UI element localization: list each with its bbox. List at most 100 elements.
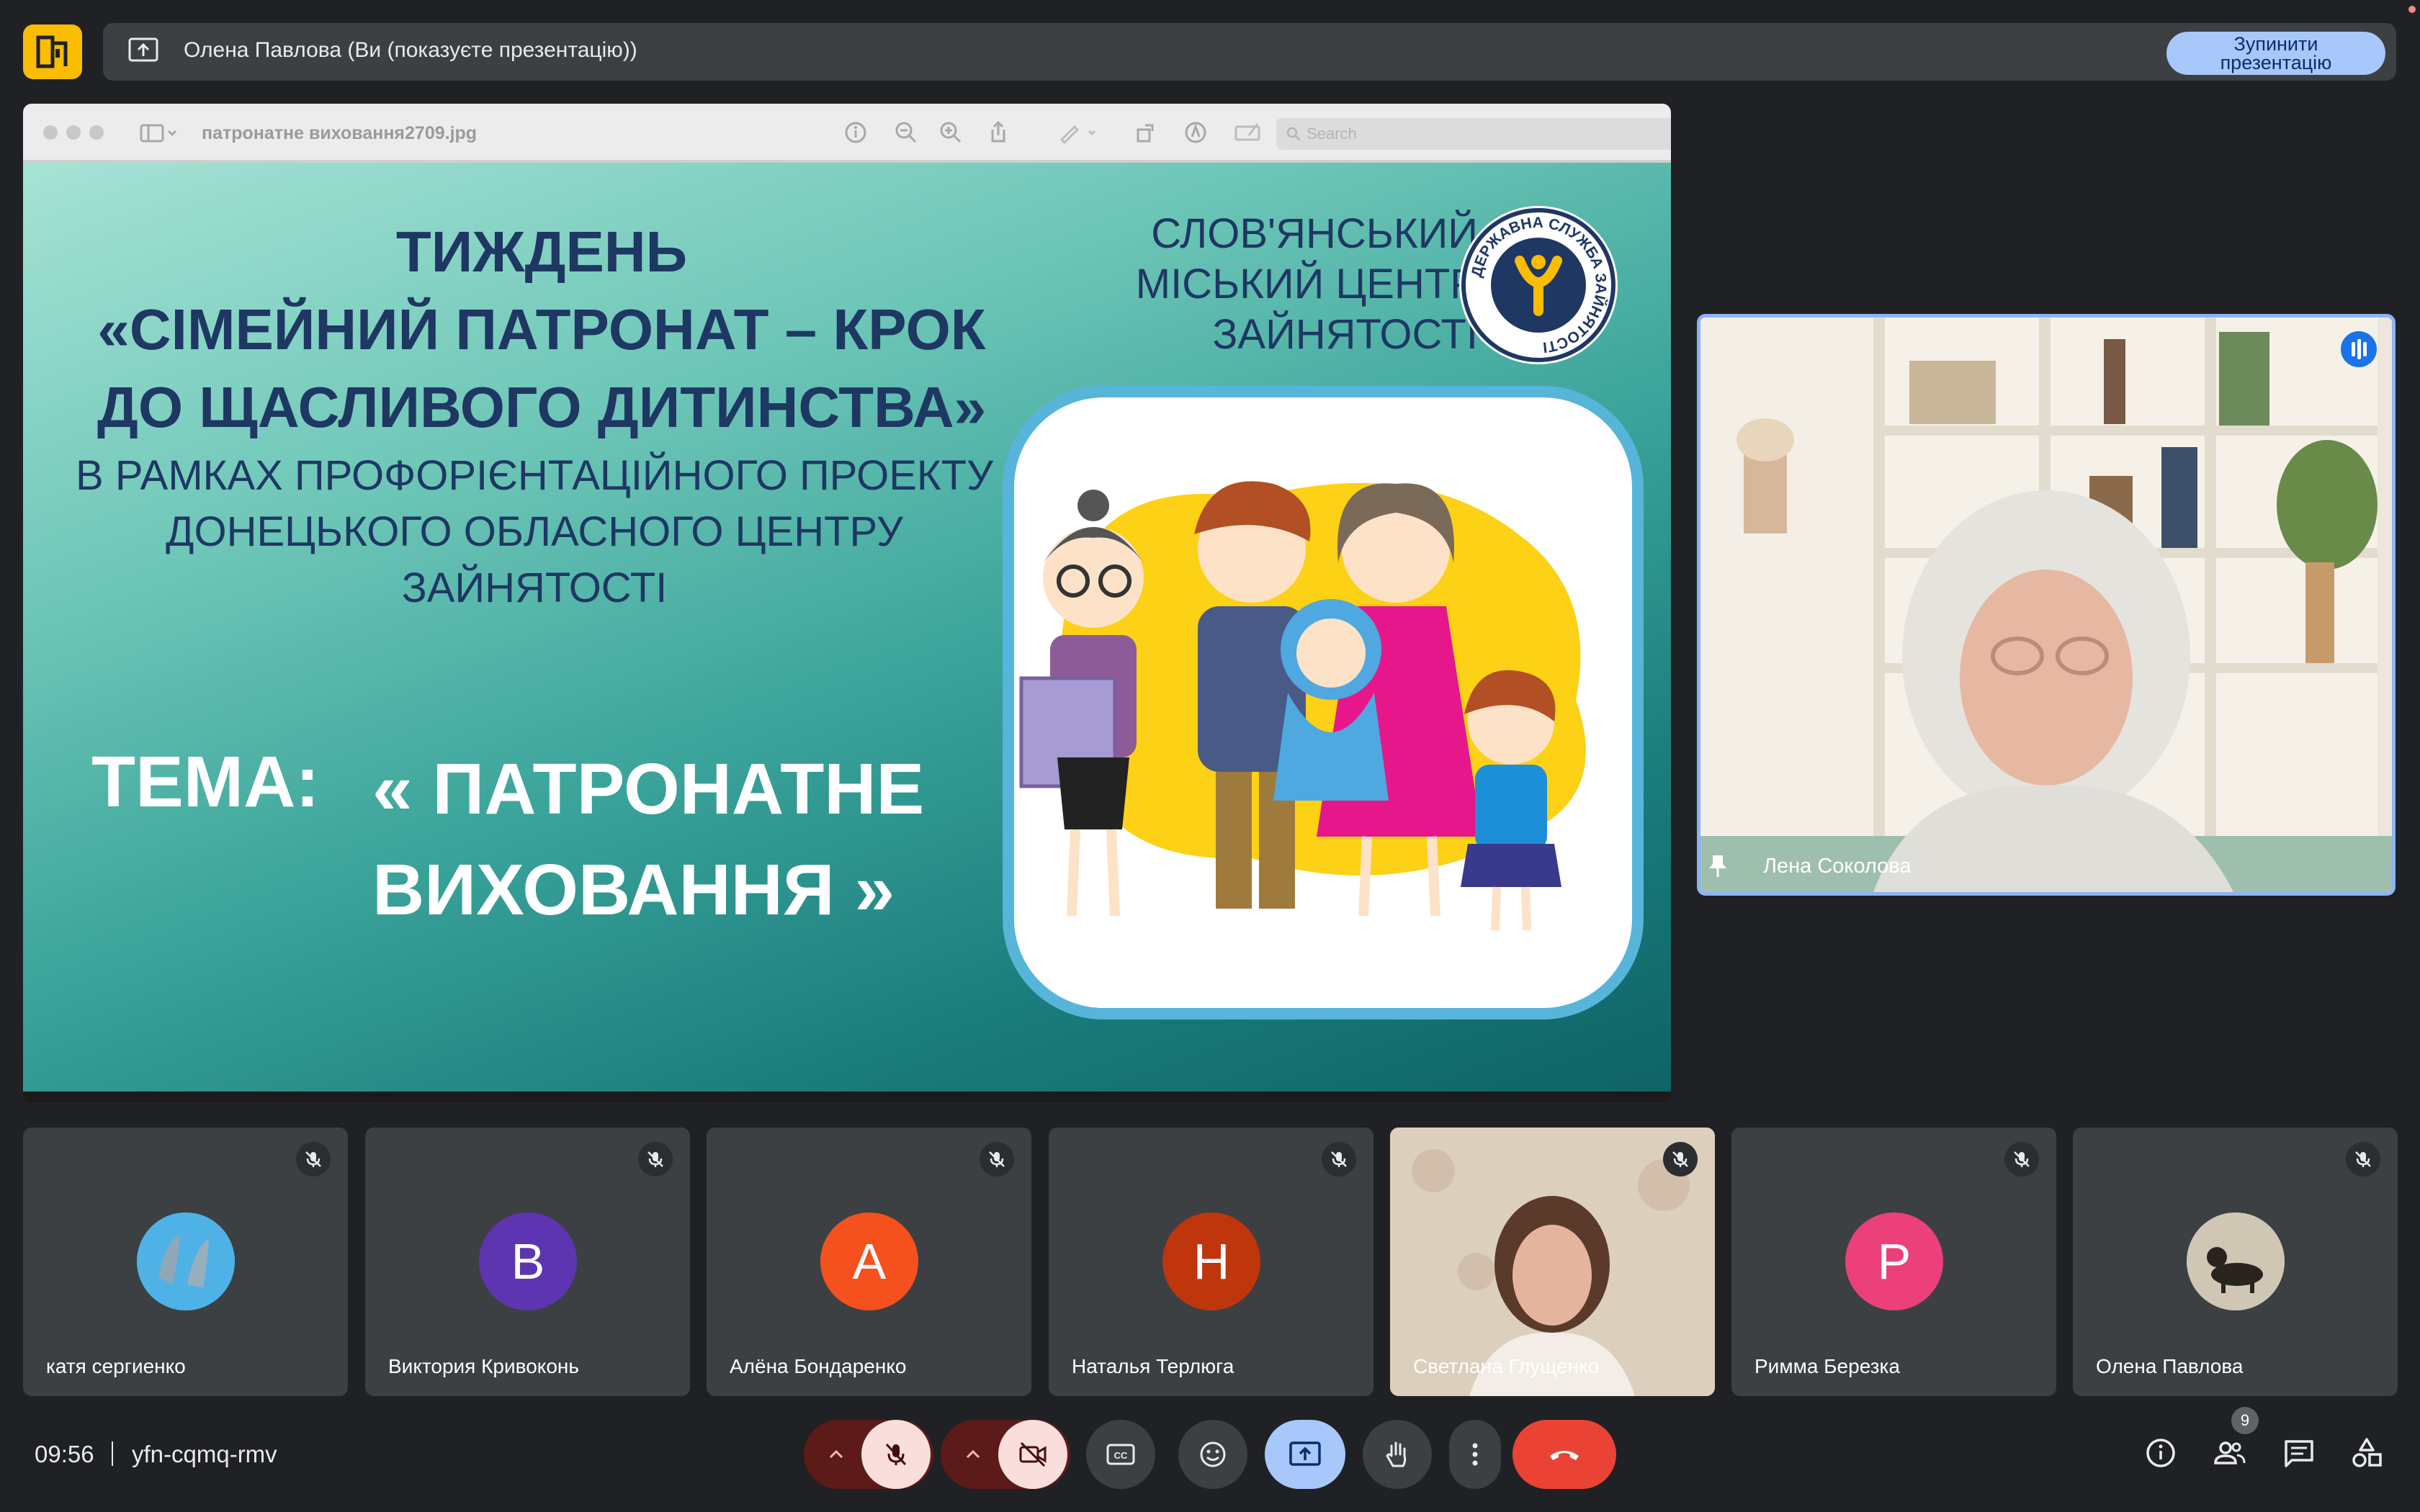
info-icon (2146, 1439, 2175, 1467)
info-icon[interactable] (843, 120, 869, 145)
stop-presenting-button[interactable]: Зупинити презентацію (2166, 32, 2385, 75)
stop-presenting-label-1: Зупинити (2233, 33, 2318, 55)
meeting-details-button[interactable] (2143, 1436, 2178, 1470)
slide-theme-line-2: ВИХОВАННЯ » (372, 850, 895, 930)
slide-org-line-1: СЛОВ'ЯНСЬКИЙ (1151, 210, 1478, 257)
participant-name: Алёна Бондаренко (730, 1355, 907, 1377)
avatar (137, 1212, 235, 1310)
captions-button[interactable]: CC (1086, 1420, 1155, 1489)
slide-subtitle-line-3: ЗАЙНЯТОСТІ (401, 564, 668, 611)
muted-mic-icon (1663, 1142, 1698, 1176)
participant-tile[interactable]: Светлана Глущенко (1390, 1128, 1715, 1396)
avatar (2187, 1212, 2285, 1310)
zoom-in-icon[interactable] (938, 120, 964, 145)
slide-title-line-2: «СІМЕЙНИЙ ПАТРОНАТ – КРОК (97, 297, 986, 361)
muted-mic-icon (638, 1142, 673, 1176)
participant-tile[interactable]: В Виктория Кривоконь (365, 1128, 690, 1396)
slide-org-line-3: ЗАЙНЯТОСТІ (1212, 311, 1478, 358)
reactions-button[interactable] (1178, 1420, 1247, 1489)
participant-tile[interactable]: катя сергиенко (23, 1128, 348, 1396)
slide-theme: « ПАТРОНАТНЕ ВИХОВАННЯ » (372, 739, 1021, 940)
participant-name: Наталья Терлюга (1072, 1355, 1234, 1377)
slide-subtitle-line-2: ДОНЕЦЬКОГО ОБЛАСНОГО ЦЕНТРУ (166, 508, 903, 555)
window-zoom-button[interactable] (89, 125, 104, 140)
present-screen-icon (1289, 1441, 1321, 1466)
divider (112, 1441, 113, 1466)
participant-name: Светлана Глущенко (1413, 1355, 1600, 1377)
people-button[interactable] (2213, 1436, 2247, 1470)
speaker-name: Лена Соколова (1763, 855, 1912, 878)
svg-text:CC: CC (1114, 1450, 1128, 1461)
hang-up-icon (1550, 1451, 1579, 1460)
search-icon (1286, 127, 1301, 141)
slide-title-line-3: ДО ЩАСЛИВОГО ДИТИНСТВА» (97, 375, 987, 439)
rotate-icon[interactable] (1132, 120, 1158, 145)
chat-icon (2285, 1440, 2313, 1467)
notification-dot (2408, 6, 2416, 13)
zoom-out-icon[interactable] (893, 120, 919, 145)
window-minimize-button[interactable] (66, 125, 81, 140)
meeting-clock: 09:56 (35, 1441, 94, 1467)
meeting-code: yfn-cqmq-rmv (132, 1441, 277, 1467)
camera-off-icon (1019, 1441, 1047, 1467)
participant-tile[interactable]: Р Римма Березка (1731, 1128, 2056, 1396)
muted-mic-icon (2346, 1142, 2380, 1176)
participant-name: Римма Березка (1754, 1355, 1900, 1377)
slide-title-line-1: ТИЖДЕНЬ (395, 220, 688, 284)
more-vert-icon (1472, 1443, 1478, 1466)
meet-logo-icon (36, 35, 68, 68)
speaker-video (1700, 318, 2392, 892)
viewer-search-field[interactable]: Search (1276, 118, 1671, 150)
avatar: В (479, 1212, 577, 1310)
slide-subtitle-line-1: В РАМКАХ ПРОФОРІЄНТАЦІЙНОГО ПРОЕКТУ (76, 452, 993, 499)
presentation-slide: ТИЖДЕНЬ «СІМЕЙНИЙ ПАТРОНАТ – КРОК ДО ЩАС… (23, 163, 1671, 1092)
mic-options-button[interactable] (804, 1420, 869, 1489)
share-icon[interactable] (985, 120, 1011, 145)
participant-tile[interactable]: А Алёна Бондаренко (707, 1128, 1031, 1396)
active-speaker-tile[interactable] (1697, 314, 2396, 896)
slide-theme-label: ТЕМА: (91, 742, 320, 822)
camera-options-button[interactable] (941, 1420, 1005, 1489)
dog-avatar-icon (2187, 1212, 2285, 1310)
window-close-button[interactable] (43, 125, 58, 140)
slide-theme-line-1: « ПАТРОНАТНЕ (372, 749, 925, 829)
captions-icon: CC (1106, 1444, 1135, 1465)
speaking-indicator-icon (2341, 331, 2377, 367)
family-illustration (1003, 386, 1644, 1020)
slide-organization: СЛОВ'ЯНСЬКИЙ МІСЬКИЙ ЦЕНТР ЗАЙНЯТОСТІ (1075, 209, 1478, 360)
slide-title: ТИЖДЕНЬ «СІМЕЙНИЙ ПАТРОНАТ – КРОК ДО ЩАС… (73, 213, 1010, 446)
leave-call-button[interactable] (1512, 1420, 1616, 1489)
chevron-up-icon (829, 1449, 843, 1459)
presentation-status-text: Олена Павлова (Ви (показуєте презентацію… (184, 38, 637, 62)
slide-org-line-2: МІСЬКИЙ ЦЕНТР (1135, 261, 1478, 307)
dolphin-avatar-icon (137, 1212, 235, 1310)
participant-tile[interactable]: Олена Павлова (2073, 1128, 2398, 1396)
chat-button[interactable] (2282, 1436, 2316, 1470)
annotate-icon[interactable] (1183, 120, 1209, 145)
mic-off-icon (885, 1443, 907, 1466)
shared-image-viewer: патронатне виховання2709.jpg Search ТИЖД… (23, 104, 1671, 1103)
form-fill-icon[interactable] (1233, 120, 1260, 145)
search-placeholder: Search (1307, 125, 1357, 143)
muted-mic-icon (296, 1142, 331, 1176)
present-now-button[interactable] (1265, 1420, 1345, 1489)
camera-toggle-button[interactable] (998, 1420, 1067, 1489)
participant-name: Виктория Кривоконь (388, 1355, 579, 1377)
people-count-badge: 9 (2231, 1407, 2259, 1434)
participant-tile[interactable]: Н Наталья Терлюга (1049, 1128, 1373, 1396)
participant-name: катя сергиенко (46, 1355, 186, 1377)
raise-hand-button[interactable] (1363, 1420, 1432, 1489)
pin-icon[interactable] (1707, 852, 1729, 878)
more-options-button[interactable] (1449, 1420, 1501, 1489)
muted-mic-icon (980, 1142, 1014, 1176)
chevron-up-icon (966, 1449, 980, 1459)
avatar: Р (1845, 1212, 1943, 1310)
microphone-toggle-button[interactable] (861, 1420, 931, 1489)
sidebar-toggle-icon[interactable] (138, 120, 177, 145)
present-screen-icon (128, 37, 158, 63)
markup-pen-icon[interactable] (1057, 120, 1096, 145)
shapes-icon (2352, 1438, 2382, 1467)
activities-button[interactable] (2349, 1436, 2384, 1470)
employment-service-emblem: ДЕРЖАВНА СЛУЖБА ЗАЙНЯТОСТІ (1456, 203, 1621, 367)
muted-mic-icon (2004, 1142, 2039, 1176)
